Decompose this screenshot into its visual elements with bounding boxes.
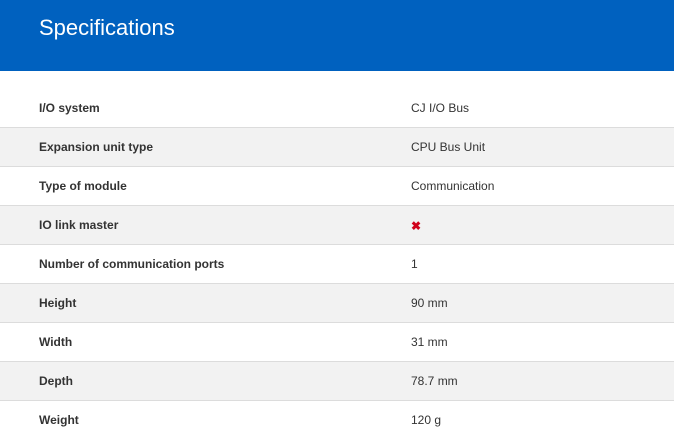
spec-value: CPU Bus Unit <box>411 140 486 154</box>
spec-value: 90 mm <box>411 296 448 310</box>
spec-label: I/O system <box>39 101 100 115</box>
spec-value: ✖ <box>411 206 421 244</box>
spec-label: Number of communication ports <box>39 257 225 271</box>
specifications-table: I/O system CJ I/O Bus Expansion unit typ… <box>0 89 674 439</box>
spec-row-communication-ports: Number of communication ports 1 <box>0 245 674 284</box>
spec-value: 31 mm <box>411 335 448 349</box>
spec-value: 1 <box>411 257 418 271</box>
spec-label: Type of module <box>39 179 127 193</box>
spec-row-type-of-module: Type of module Communication <box>0 167 674 206</box>
spec-value: 120 g <box>411 413 442 427</box>
spec-value: Communication <box>411 179 495 193</box>
spec-label: Expansion unit type <box>39 140 154 154</box>
spec-label: Depth <box>39 374 73 388</box>
spec-row-expansion-unit-type: Expansion unit type CPU Bus Unit <box>0 128 674 167</box>
spec-row-height: Height 90 mm <box>0 284 674 323</box>
spec-value: 78.7 mm <box>411 374 458 388</box>
specifications-header: Specifications <box>0 0 674 71</box>
spec-row-io-system: I/O system CJ I/O Bus <box>0 89 674 128</box>
page-title: Specifications <box>39 15 175 40</box>
spec-label: Weight <box>39 413 79 427</box>
spec-row-io-link-master: IO link master ✖ <box>0 206 674 245</box>
spec-label: Height <box>39 296 77 310</box>
cross-icon: ✖ <box>411 219 422 233</box>
spec-row-depth: Depth 78.7 mm <box>0 362 674 401</box>
spec-row-weight: Weight 120 g <box>0 401 674 439</box>
spec-row-width: Width 31 mm <box>0 323 674 362</box>
spec-label: Width <box>39 335 73 349</box>
spec-label: IO link master <box>39 218 119 232</box>
spec-value: CJ I/O Bus <box>411 101 470 115</box>
